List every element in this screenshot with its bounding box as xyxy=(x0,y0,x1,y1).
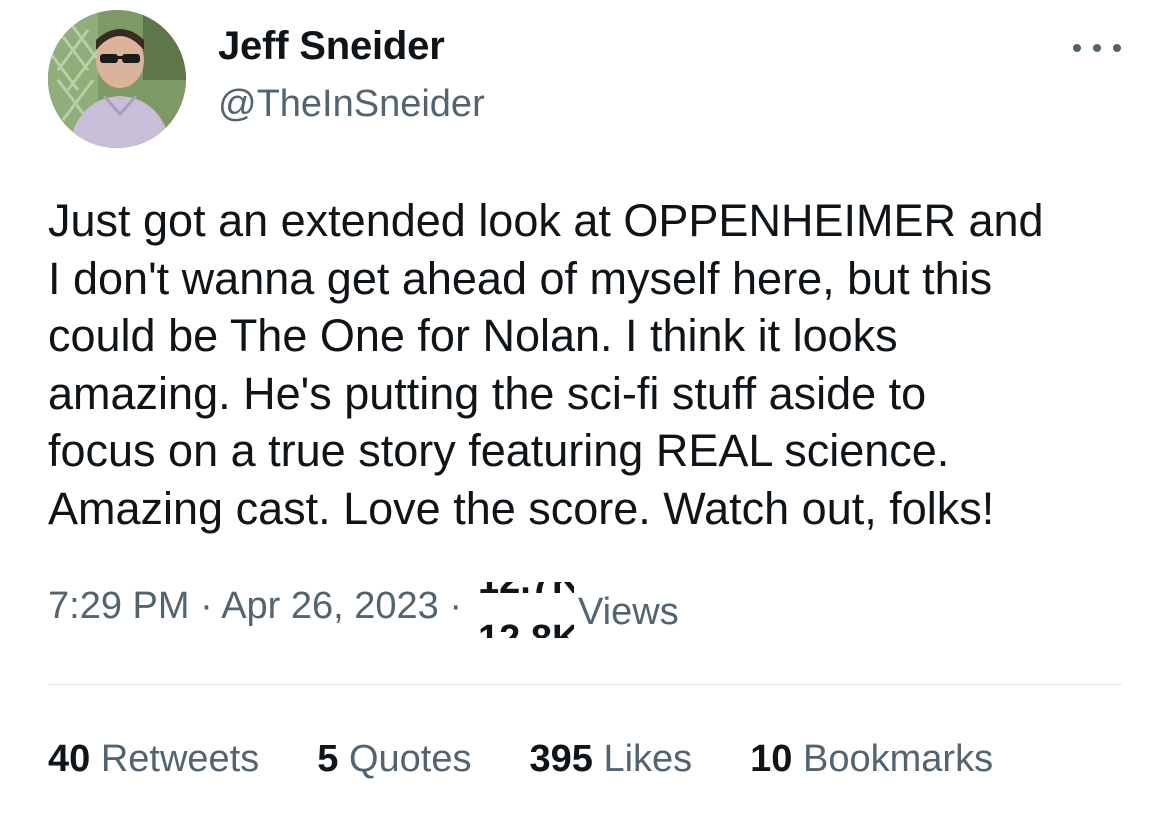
stat-label: Likes xyxy=(603,738,693,780)
stat-retweets[interactable]: 40 Retweets xyxy=(48,735,259,783)
views-label: Views xyxy=(578,591,679,633)
stat-label: Bookmarks xyxy=(803,738,994,780)
tweet-text-line: could be The One for Nolan. I think it l… xyxy=(48,310,898,361)
tweet-text-line: focus on a true story featuring REAL sci… xyxy=(48,425,950,476)
tweet-text: Just got an extended look at OPPENHEIMER… xyxy=(48,192,1128,537)
tweet-text-line: amazing. He's putting the sci-fi stuff a… xyxy=(48,367,927,419)
views-count[interactable]: 12.7K 12.8K xyxy=(468,582,574,638)
stat-likes[interactable]: 395 Likes xyxy=(529,735,692,783)
dot xyxy=(1113,44,1121,52)
author-display-name[interactable]: Jeff Sneider xyxy=(218,20,445,72)
tweet-meta: 7:29 PM · Apr 26, 2023 · 12.7K 12.8KViews xyxy=(48,582,679,638)
avatar-photo xyxy=(48,10,186,148)
stat-number: 10 xyxy=(750,738,793,780)
author-avatar[interactable] xyxy=(48,10,186,148)
stat-number: 5 xyxy=(317,738,339,780)
author-handle[interactable]: @TheInSneider xyxy=(218,80,485,128)
tweet-text-line: Just got an extended look at OPPENHEIMER… xyxy=(48,195,1044,246)
stat-number: 395 xyxy=(529,738,593,780)
stat-bookmarks[interactable]: 10 Bookmarks xyxy=(750,735,993,783)
stat-quotes[interactable]: 5 Quotes xyxy=(317,735,471,783)
stat-label: Quotes xyxy=(348,738,472,780)
dot xyxy=(1093,44,1101,52)
dot xyxy=(1073,44,1081,52)
engagement-stats: 40 Retweets 5 Quotes 395 Likes 10 Bookma… xyxy=(48,735,1051,783)
stat-number: 40 xyxy=(48,738,91,780)
more-horizontal-icon[interactable] xyxy=(1073,30,1121,66)
tweet-text-line: I don't wanna get ahead of myself here, … xyxy=(48,252,993,304)
views-count-rolling-new: 12.8K xyxy=(478,620,574,638)
divider xyxy=(48,684,1122,685)
tweet-timestamp[interactable]: 7:29 PM · Apr 26, 2023 · xyxy=(48,585,462,627)
views-count-rolling-old: 12.7K xyxy=(478,582,574,600)
stat-label: Retweets xyxy=(100,738,260,780)
tweet-text-line: Amazing cast. Love the score. Watch out,… xyxy=(48,482,995,534)
